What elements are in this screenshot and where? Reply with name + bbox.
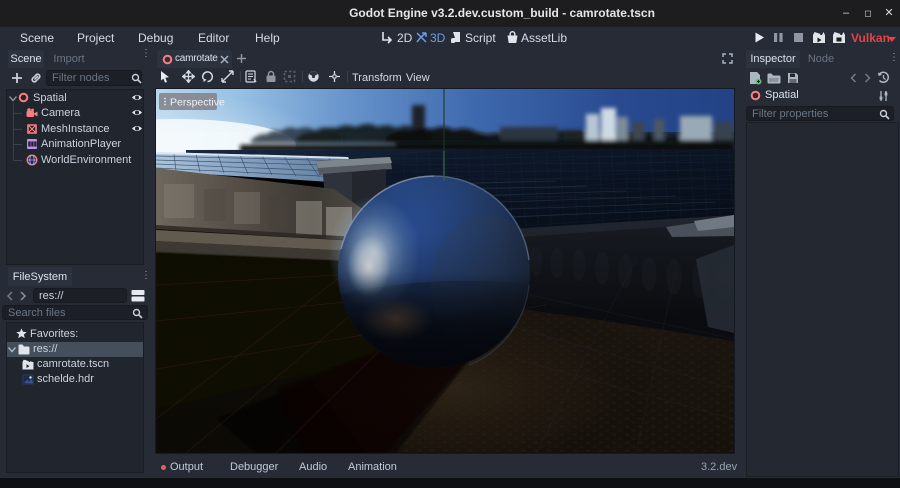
svg-text:Perspective: Perspective: [170, 97, 225, 109]
